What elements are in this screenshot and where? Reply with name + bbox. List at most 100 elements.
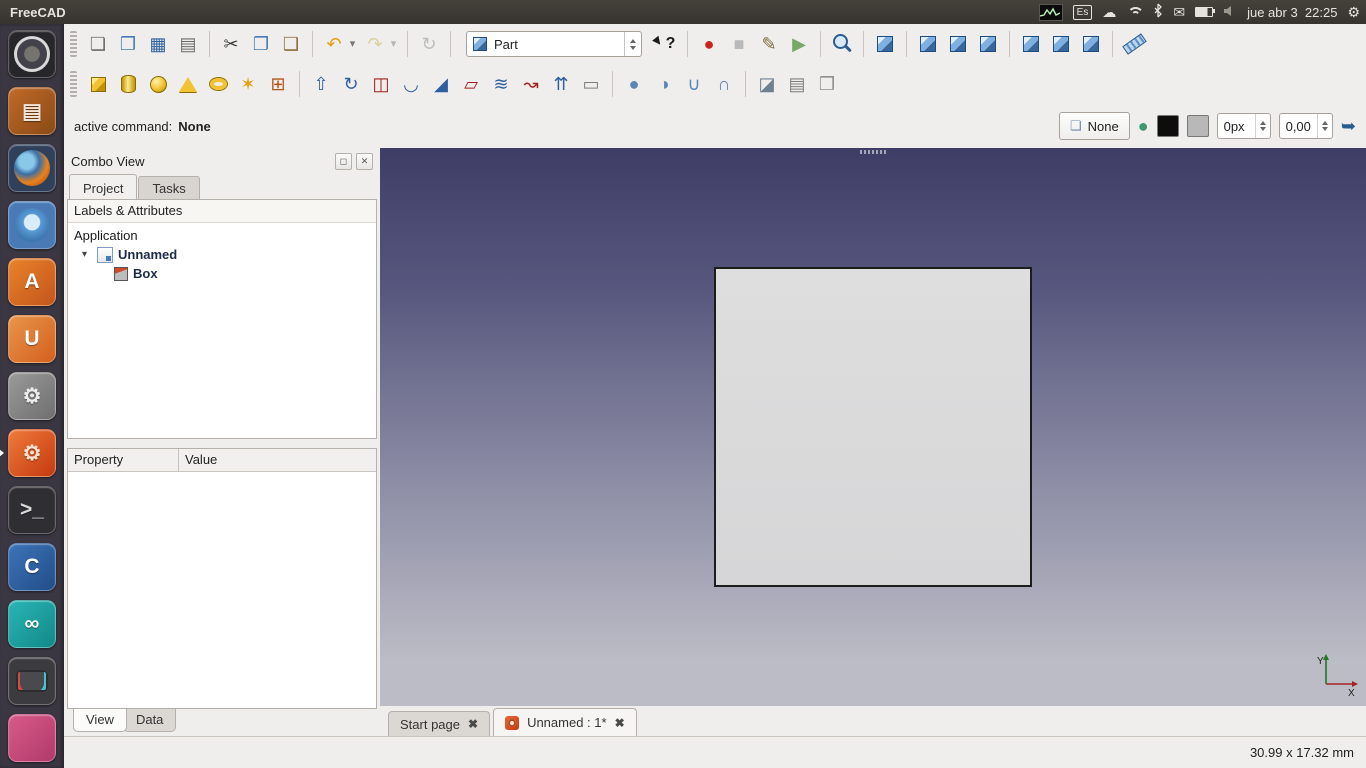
part-extrude-button[interactable]: ⇧ <box>307 70 335 98</box>
part-loft-button[interactable]: ≋ <box>487 70 515 98</box>
close-icon[interactable]: ✖ <box>615 716 625 730</box>
spin-up-icon[interactable] <box>630 36 636 43</box>
launcher-firefox[interactable] <box>8 144 56 192</box>
draft-fontsize-spinbox[interactable]: 0,00 <box>1279 113 1333 139</box>
part-offset-button[interactable]: ⇈ <box>547 70 575 98</box>
linewidth-spin-buttons[interactable] <box>1255 114 1270 138</box>
launcher-freecad[interactable]: ⚙ <box>8 429 56 477</box>
macro-record-button[interactable]: ● <box>695 30 723 58</box>
value-column-header[interactable]: Value <box>179 449 217 471</box>
close-icon[interactable]: ✖ <box>468 717 478 731</box>
part-cone-button[interactable] <box>174 70 202 98</box>
float-panel-button[interactable]: ◻ <box>335 153 352 170</box>
tree-item-document[interactable]: ▾ Unnamed <box>68 245 376 264</box>
part-torus-button[interactable] <box>204 70 232 98</box>
tab-view[interactable]: View <box>73 709 127 732</box>
volume-muted-icon[interactable] <box>1223 5 1237 20</box>
launcher-files[interactable]: ▤ <box>8 87 56 135</box>
box-object[interactable] <box>714 267 1032 587</box>
part-sweep-button[interactable]: ↝ <box>517 70 545 98</box>
copy-button[interactable]: ❐ <box>247 30 275 58</box>
view-front-button[interactable] <box>914 30 942 58</box>
spin-up-icon[interactable] <box>1260 118 1266 125</box>
part-ruled-surface-button[interactable]: ▱ <box>457 70 485 98</box>
part-boolean-button[interactable]: ● <box>620 70 648 98</box>
part-section-button[interactable]: ◪ <box>753 70 781 98</box>
part-union-button[interactable]: ∪ <box>680 70 708 98</box>
cloud-sync-icon[interactable]: ☁ <box>1102 5 1116 19</box>
save-button[interactable]: ▦ <box>144 30 172 58</box>
new-file-button[interactable]: ❏ <box>84 30 112 58</box>
keyboard-layout-indicator[interactable]: Es <box>1073 5 1093 20</box>
part-mirror-button[interactable]: ◫ <box>367 70 395 98</box>
tree-item-box[interactable]: Box <box>68 264 376 283</box>
launcher-screenshot-tool[interactable] <box>8 657 56 705</box>
launcher-more[interactable] <box>8 714 56 762</box>
part-chamfer-button[interactable]: ◢ <box>427 70 455 98</box>
view-fit-all-button[interactable] <box>828 30 856 58</box>
part-sphere-button[interactable] <box>144 70 172 98</box>
undo-menu-button[interactable]: ▾ <box>346 30 359 58</box>
part-primitives-button[interactable]: ✶ <box>234 70 262 98</box>
tab-project[interactable]: Project <box>69 174 137 199</box>
tab-unnamed-document[interactable]: Unnamed : 1* ✖ <box>493 708 637 736</box>
launcher-cpp-ide[interactable]: C <box>8 543 56 591</box>
draft-face-color-swatch[interactable] <box>1187 115 1209 137</box>
view-top-button[interactable] <box>944 30 972 58</box>
launcher-software-center[interactable]: A <box>8 258 56 306</box>
tab-tasks[interactable]: Tasks <box>138 176 199 199</box>
toolbar-grip[interactable] <box>70 31 77 57</box>
view-rear-button[interactable] <box>1017 30 1045 58</box>
part-box-button[interactable] <box>84 70 112 98</box>
property-editor[interactable] <box>68 472 376 708</box>
spin-down-icon[interactable] <box>630 46 636 53</box>
cut-button[interactable]: ✂ <box>217 30 245 58</box>
draft-fill-icon[interactable]: ● <box>1138 117 1149 135</box>
toolbar-grip[interactable] <box>70 71 77 97</box>
spin-up-icon[interactable] <box>1322 118 1328 125</box>
tab-start-page[interactable]: Start page ✖ <box>388 711 490 736</box>
print-button[interactable]: ▤ <box>174 30 202 58</box>
tab-data[interactable]: Data <box>123 709 176 732</box>
part-intersection-button[interactable]: ∩ <box>710 70 738 98</box>
undo-button[interactable]: ↶ <box>320 30 348 58</box>
part-revolve-button[interactable]: ↻ <box>337 70 365 98</box>
launcher-dash-home[interactable] <box>8 30 56 78</box>
launcher-terminal[interactable]: >_ <box>8 486 56 534</box>
launcher-chromium[interactable] <box>8 201 56 249</box>
part-shape-builder-button[interactable]: ⊞ <box>264 70 292 98</box>
launcher-ubuntu-one[interactable]: U <box>8 315 56 363</box>
close-panel-button[interactable]: ✕ <box>356 153 373 170</box>
workbench-spin-buttons[interactable] <box>624 32 641 56</box>
clock[interactable]: jue abr 3 22:25 <box>1247 5 1337 20</box>
tree-item-application[interactable]: Application <box>68 226 376 245</box>
view-axonometric-button[interactable] <box>871 30 899 58</box>
view-right-button[interactable] <box>974 30 1002 58</box>
draft-working-plane-icon[interactable]: ➥ <box>1341 117 1356 135</box>
draft-linewidth-spinbox[interactable]: 0px <box>1217 113 1271 139</box>
macro-edit-button[interactable]: ✎ <box>755 30 783 58</box>
wifi-icon[interactable] <box>1126 6 1143 19</box>
part-thickness-button[interactable]: ▭ <box>577 70 605 98</box>
measure-distance-button[interactable] <box>1120 30 1148 58</box>
launcher-arduino[interactable]: ∞ <box>8 600 56 648</box>
draft-layer-button[interactable]: ❏ None <box>1059 112 1130 140</box>
session-menu-icon[interactable]: ⚙ <box>1347 5 1360 19</box>
redo-button[interactable]: ↷ <box>361 30 389 58</box>
battery-icon[interactable] <box>1195 7 1213 17</box>
macro-play-button[interactable]: ▶ <box>785 30 813 58</box>
workbench-selector[interactable]: Part <box>466 31 642 57</box>
system-monitor-icon[interactable] <box>1039 4 1063 21</box>
part-cylinder-button[interactable] <box>114 70 142 98</box>
viewport-grip[interactable] <box>860 150 886 154</box>
redo-menu-button[interactable]: ▾ <box>387 30 400 58</box>
spin-down-icon[interactable] <box>1260 127 1266 134</box>
bluetooth-icon[interactable] <box>1153 3 1163 21</box>
part-cut-button[interactable]: ◑ <box>650 70 678 98</box>
draft-line-color-swatch[interactable] <box>1157 115 1179 137</box>
expander-icon[interactable]: ▾ <box>82 249 92 260</box>
spin-down-icon[interactable] <box>1322 127 1328 134</box>
open-file-button[interactable]: ❒ <box>114 30 142 58</box>
property-column-header[interactable]: Property <box>68 449 179 471</box>
whats-this-button[interactable]: ? <box>652 30 680 58</box>
